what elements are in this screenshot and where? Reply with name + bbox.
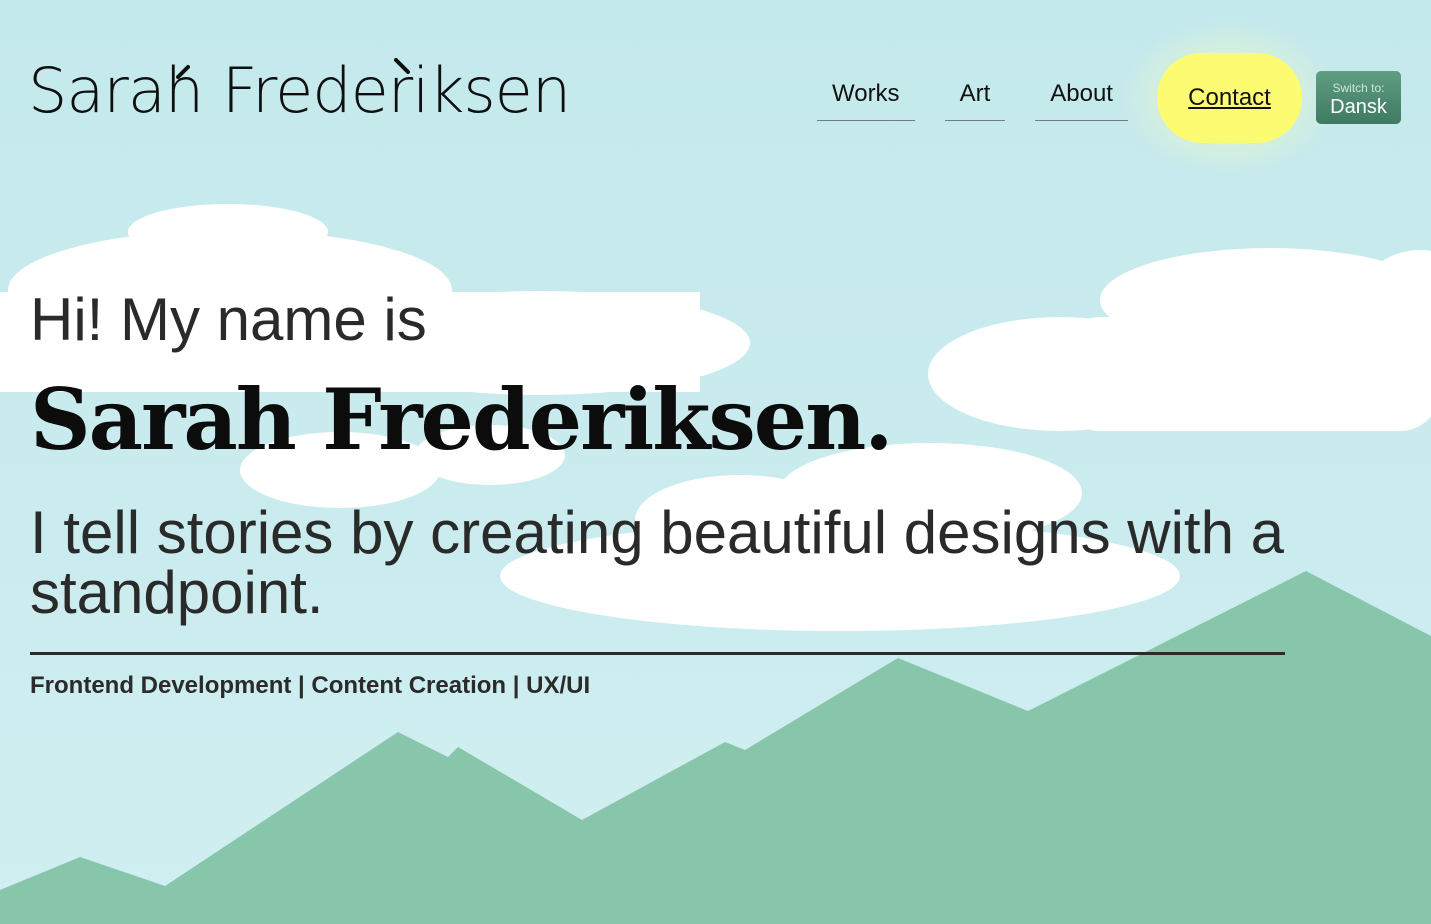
nav-item-works[interactable]: Works [817,68,915,121]
hero-greeting: Hi! My name is [30,286,427,353]
nav-item-about[interactable]: About [1035,68,1128,121]
contact-button[interactable]: Contact [1157,53,1302,143]
language-target: Dansk [1330,96,1387,118]
cloud-right [928,248,1431,431]
hero-name: Sarah Frederiksen. [30,370,894,469]
hero-divider [30,652,1285,655]
main-nav: Works Art About [817,68,1128,121]
logo-decoration [176,58,410,79]
language-switch-button[interactable]: Switch to: Dansk [1316,71,1401,124]
site-logo[interactable]: Sarah Frederiksen [28,52,571,136]
hero-skills: Frontend Development | Content Creation … [30,672,591,699]
nav-item-art[interactable]: Art [944,68,1006,121]
hero-tagline: I tell stories by creating beautiful des… [30,499,1284,626]
language-switch-label: Switch to: [1332,81,1385,95]
